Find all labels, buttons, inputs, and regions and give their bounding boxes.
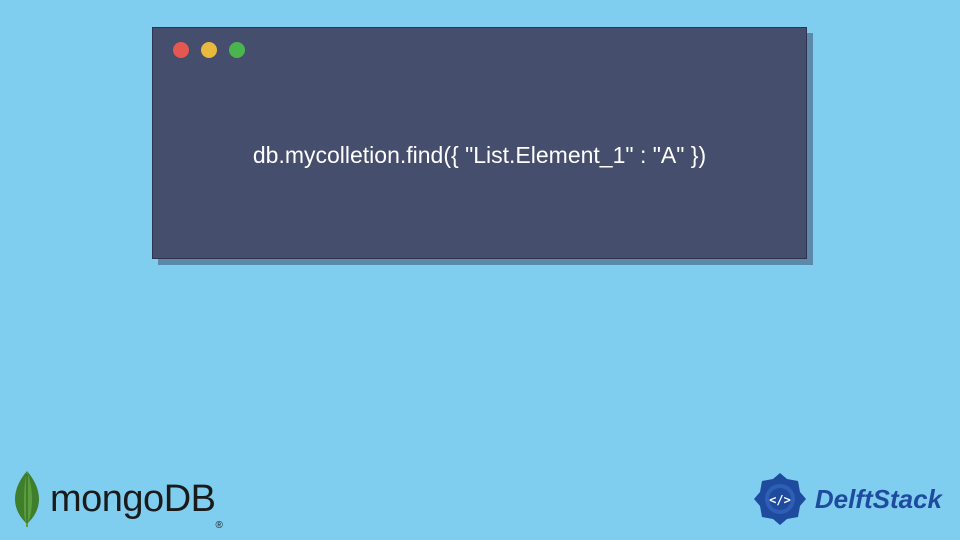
minimize-icon[interactable] — [201, 42, 217, 58]
footer: mongoDB® </> DelftStack — [0, 458, 960, 540]
mongodb-text: mongoDB — [50, 478, 215, 520]
mongodb-logo: mongoDB® — [12, 469, 223, 529]
mongodb-leaf-icon — [12, 469, 42, 529]
code-window: db.mycolletion.find({ "List.Element_1" :… — [152, 27, 807, 259]
delftstack-logo: </> DelftStack — [751, 470, 942, 528]
mongodb-text-wrapper: mongoDB® — [50, 478, 223, 521]
delftstack-text: DelftStack — [815, 484, 942, 515]
code-content: db.mycolletion.find({ "List.Element_1" :… — [153, 72, 806, 258]
close-icon[interactable] — [173, 42, 189, 58]
maximize-icon[interactable] — [229, 42, 245, 58]
code-text: db.mycolletion.find({ "List.Element_1" :… — [253, 142, 706, 169]
delftstack-badge-icon: </> — [751, 470, 809, 528]
registered-mark: ® — [215, 520, 222, 531]
svg-text:</>: </> — [769, 493, 791, 507]
title-bar — [153, 28, 806, 72]
